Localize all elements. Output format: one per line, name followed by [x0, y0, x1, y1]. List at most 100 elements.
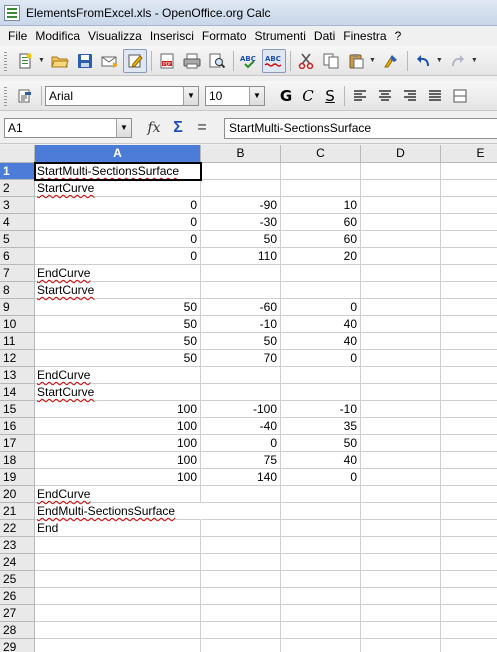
row-header[interactable]: 14: [0, 384, 35, 401]
cell-a2[interactable]: StartCurve: [35, 180, 201, 197]
cell-d17[interactable]: [361, 435, 441, 452]
page-preview-button[interactable]: [205, 49, 229, 73]
cell-b15[interactable]: -100: [201, 401, 281, 418]
toolbar-grip[interactable]: [4, 50, 7, 71]
row-header[interactable]: 20: [0, 486, 35, 503]
chevron-down-icon[interactable]: ▼: [183, 86, 198, 105]
cell-a13[interactable]: EndCurve: [35, 367, 201, 384]
cell-b29[interactable]: [201, 639, 281, 652]
cell-d22[interactable]: [361, 520, 441, 537]
cell-a24[interactable]: [35, 554, 201, 571]
cell-e3[interactable]: [441, 197, 497, 214]
cell-b14[interactable]: [201, 384, 281, 401]
cell-d4[interactable]: [361, 214, 441, 231]
toolbar-grip[interactable]: [4, 85, 7, 106]
cell-b12[interactable]: 70: [201, 350, 281, 367]
chevron-down-icon[interactable]: ▼: [249, 86, 264, 105]
align-center-button[interactable]: [373, 84, 397, 108]
cell-a26[interactable]: [35, 588, 201, 605]
merge-cells-button[interactable]: [448, 84, 472, 108]
cell-d24[interactable]: [361, 554, 441, 571]
cell-c24[interactable]: [281, 554, 361, 571]
cell-e20[interactable]: [441, 486, 497, 503]
column-header-a[interactable]: A: [35, 145, 201, 163]
menu-dati[interactable]: Dati: [310, 27, 339, 45]
email-button[interactable]: [98, 49, 122, 73]
copy-button[interactable]: [319, 49, 343, 73]
cell-a18[interactable]: 100: [35, 452, 201, 469]
cell-a28[interactable]: [35, 622, 201, 639]
chevron-down-icon[interactable]: ▼: [116, 118, 131, 137]
cell-c15[interactable]: -10: [281, 401, 361, 418]
cell-b25[interactable]: [201, 571, 281, 588]
cell-a1[interactable]: StartMulti-SectionsSurface: [35, 163, 201, 180]
cell-c7[interactable]: [281, 265, 361, 282]
cell-e23[interactable]: [441, 537, 497, 554]
menu-file[interactable]: File: [4, 27, 31, 45]
row-header[interactable]: 21: [0, 503, 35, 520]
cell-a15[interactable]: 100: [35, 401, 201, 418]
cell-e21[interactable]: [441, 503, 497, 520]
cell-e7[interactable]: [441, 265, 497, 282]
redo-button[interactable]: [446, 49, 470, 73]
menu-modifica[interactable]: Modifica: [31, 27, 84, 45]
row-header[interactable]: 6: [0, 248, 35, 265]
row-header[interactable]: 19: [0, 469, 35, 486]
cell-a4[interactable]: 0: [35, 214, 201, 231]
cell-d21[interactable]: [361, 503, 441, 520]
cell-e11[interactable]: [441, 333, 497, 350]
cell-e13[interactable]: [441, 367, 497, 384]
cell-c2[interactable]: [281, 180, 361, 197]
cell-b8[interactable]: [201, 282, 281, 299]
cell-e9[interactable]: [441, 299, 497, 316]
cell-c18[interactable]: 40: [281, 452, 361, 469]
cell-b28[interactable]: [201, 622, 281, 639]
cell-b18[interactable]: 75: [201, 452, 281, 469]
row-header[interactable]: 25: [0, 571, 35, 588]
cell-d7[interactable]: [361, 265, 441, 282]
cell-a11[interactable]: 50: [35, 333, 201, 350]
cell-d13[interactable]: [361, 367, 441, 384]
cell-b16[interactable]: -40: [201, 418, 281, 435]
chevron-down-icon[interactable]: ▼: [38, 57, 45, 64]
cell-e14[interactable]: [441, 384, 497, 401]
cell-a3[interactable]: 0: [35, 197, 201, 214]
cell-a17[interactable]: 100: [35, 435, 201, 452]
cell-d25[interactable]: [361, 571, 441, 588]
menu-finestra[interactable]: Finestra: [339, 27, 390, 45]
cell-b11[interactable]: 50: [201, 333, 281, 350]
cell-a29[interactable]: [35, 639, 201, 652]
chevron-down-icon[interactable]: ▼: [436, 57, 443, 64]
cell-b3[interactable]: -90: [201, 197, 281, 214]
italic-button[interactable]: C: [297, 85, 319, 107]
cell-c27[interactable]: [281, 605, 361, 622]
cell-c25[interactable]: [281, 571, 361, 588]
menu-formato[interactable]: Formato: [198, 27, 251, 45]
cell-e15[interactable]: [441, 401, 497, 418]
cell-c11[interactable]: 40: [281, 333, 361, 350]
cell-a9[interactable]: 50: [35, 299, 201, 316]
cell-e29[interactable]: [441, 639, 497, 652]
open-button[interactable]: [48, 49, 72, 73]
cell-e8[interactable]: [441, 282, 497, 299]
cell-a8[interactable]: StartCurve: [35, 282, 201, 299]
cell-d10[interactable]: [361, 316, 441, 333]
cell-c9[interactable]: 0: [281, 299, 361, 316]
cell-d9[interactable]: [361, 299, 441, 316]
row-header[interactable]: 26: [0, 588, 35, 605]
cell-e27[interactable]: [441, 605, 497, 622]
edit-file-button[interactable]: [122, 48, 147, 73]
spreadsheet-grid[interactable]: A B C D E 1 StartMulti-SectionsSurface 2 StartCu…: [0, 145, 497, 652]
cell-c26[interactable]: [281, 588, 361, 605]
save-button[interactable]: [73, 49, 97, 73]
cell-d5[interactable]: [361, 231, 441, 248]
cell-d12[interactable]: [361, 350, 441, 367]
cell-c13[interactable]: [281, 367, 361, 384]
cell-d27[interactable]: [361, 605, 441, 622]
cell-c17[interactable]: 50: [281, 435, 361, 452]
cell-d3[interactable]: [361, 197, 441, 214]
cut-button[interactable]: [294, 49, 318, 73]
paste-button[interactable]: [344, 49, 368, 73]
cell-e1[interactable]: [441, 163, 497, 180]
cell-e12[interactable]: [441, 350, 497, 367]
